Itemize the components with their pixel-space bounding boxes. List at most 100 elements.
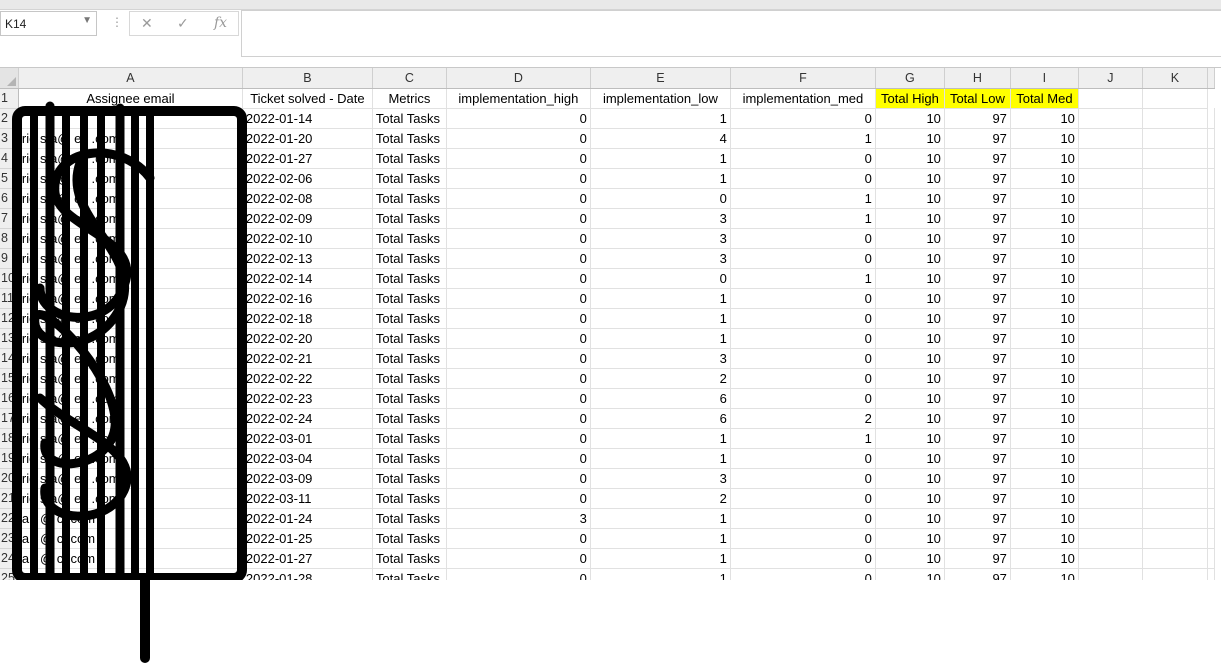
cell-metrics[interactable]: Total Tasks [372, 188, 447, 209]
cell-k[interactable] [1142, 128, 1208, 149]
cell-assignee-email[interactable]: rie s a@ e i .com [18, 448, 243, 469]
cell-j[interactable] [1078, 288, 1143, 309]
cell-total-med[interactable]: 10 [1010, 528, 1079, 549]
cell-impl-med[interactable]: 0 [730, 528, 876, 549]
row-header[interactable]: 8 [0, 228, 19, 249]
cell-impl-low[interactable]: 1 [590, 288, 731, 309]
cell-metrics[interactable]: Total Tasks [372, 148, 447, 169]
cell-assignee-email[interactable]: rie s a@ e i .com [18, 148, 243, 169]
cell-impl-high[interactable]: 0 [446, 108, 591, 129]
cell-metrics[interactable]: Total Tasks [372, 448, 447, 469]
column-header[interactable]: D [446, 68, 591, 89]
cell-total-med[interactable]: 10 [1010, 168, 1079, 189]
cell-impl-high[interactable]: 0 [446, 368, 591, 389]
cell-assignee-email[interactable]: rie s a@ e i .com [18, 388, 243, 409]
cell-ticket-date[interactable]: 2022-03-11 [242, 488, 373, 509]
cell-k[interactable] [1142, 468, 1208, 489]
cell-total-high[interactable]: 10 [875, 268, 945, 289]
cell-j[interactable] [1078, 568, 1143, 580]
cell-ticket-date[interactable]: 2022-02-13 [242, 248, 373, 269]
cell-k[interactable] [1142, 328, 1208, 349]
cell-metrics[interactable]: Total Tasks [372, 428, 447, 449]
cell-k[interactable] [1142, 248, 1208, 269]
cell-impl-high[interactable]: 0 [446, 308, 591, 329]
cell-impl-high[interactable]: 3 [446, 508, 591, 529]
cell-assignee-email[interactable]: rie s a@ e i .com [18, 288, 243, 309]
cell-total-high[interactable]: 10 [875, 188, 945, 209]
cell-impl-low[interactable]: 3 [590, 348, 731, 369]
cell-total-high[interactable]: 10 [875, 308, 945, 329]
cell-total-med[interactable]: 10 [1010, 208, 1079, 229]
row-header[interactable]: 18 [0, 428, 19, 449]
cell-total-high[interactable]: 10 [875, 508, 945, 529]
cell-impl-low[interactable]: 1 [590, 328, 731, 349]
cell-assignee-email[interactable]: rie s a@ e i .com [18, 168, 243, 189]
cell-impl-med[interactable]: 0 [730, 548, 876, 569]
cell-j[interactable] [1078, 208, 1143, 229]
cell-total-med[interactable]: 10 [1010, 108, 1079, 129]
cell-impl-high[interactable]: 0 [446, 328, 591, 349]
row-header[interactable]: 23 [0, 528, 19, 549]
cell-j[interactable] [1078, 428, 1143, 449]
cell-total-low[interactable]: 97 [944, 548, 1011, 569]
cell-total-low[interactable]: 97 [944, 288, 1011, 309]
cell-impl-low[interactable]: 6 [590, 408, 731, 429]
cell-total-high[interactable]: 10 [875, 128, 945, 149]
row-header[interactable]: 11 [0, 288, 19, 309]
cell-assignee-email[interactable]: rie s a@ e i .com [18, 368, 243, 389]
row-header[interactable]: 20 [0, 468, 19, 489]
cell-metrics[interactable]: Total Tasks [372, 268, 447, 289]
cell-metrics[interactable]: Total Tasks [372, 208, 447, 229]
cell-total-high[interactable]: 10 [875, 148, 945, 169]
cell-impl-high[interactable]: 0 [446, 528, 591, 549]
cell-metrics[interactable]: Total Tasks [372, 168, 447, 189]
row-header[interactable]: 9 [0, 248, 19, 269]
header-cell-total-low[interactable]: Total Low [944, 88, 1011, 109]
cell-ticket-date[interactable]: 2022-03-04 [242, 448, 373, 469]
cell-ticket-date[interactable]: 2022-02-09 [242, 208, 373, 229]
cell-metrics[interactable]: Total Tasks [372, 568, 447, 580]
cell-assignee-email[interactable]: rie s a@ e i .com [18, 468, 243, 489]
column-header[interactable]: J [1078, 68, 1143, 89]
cell-impl-low[interactable]: 1 [590, 148, 731, 169]
cell-j[interactable] [1078, 148, 1143, 169]
cell-impl-high[interactable]: 0 [446, 568, 591, 580]
cell-impl-high[interactable]: 0 [446, 388, 591, 409]
cell-total-low[interactable]: 97 [944, 428, 1011, 449]
cell-k[interactable] [1142, 528, 1208, 549]
cell-impl-low[interactable]: 1 [590, 168, 731, 189]
header-cell-total-high[interactable]: Total High [875, 88, 945, 109]
cell-j[interactable] [1078, 308, 1143, 329]
cell-ticket-date[interactable]: 2022-02-06 [242, 168, 373, 189]
cell-total-low[interactable]: 97 [944, 268, 1011, 289]
row-header[interactable]: 1 [0, 88, 19, 109]
cell-impl-med[interactable]: 0 [730, 328, 876, 349]
cell-j[interactable] [1078, 408, 1143, 429]
cell-j[interactable] [1078, 508, 1143, 529]
cell-k[interactable] [1142, 108, 1208, 129]
cell-metrics[interactable]: Total Tasks [372, 528, 447, 549]
cell-ticket-date[interactable]: 2022-02-23 [242, 388, 373, 409]
header-cell-assignee-email[interactable]: Assignee email [18, 88, 243, 109]
cell-metrics[interactable]: Total Tasks [372, 468, 447, 489]
cell-total-low[interactable]: 97 [944, 248, 1011, 269]
cell-total-high[interactable]: 10 [875, 388, 945, 409]
cell-total-high[interactable]: 10 [875, 208, 945, 229]
cell-ticket-date[interactable]: 2022-02-18 [242, 308, 373, 329]
cell-impl-med[interactable]: 0 [730, 108, 876, 129]
cell-impl-med[interactable]: 0 [730, 488, 876, 509]
cell-metrics[interactable]: Total Tasks [372, 348, 447, 369]
column-header[interactable]: G [875, 68, 945, 89]
cell-assignee-email[interactable]: rie s a@ e i .com [18, 248, 243, 269]
cell-ticket-date[interactable]: 2022-01-20 [242, 128, 373, 149]
header-cell-metrics[interactable]: Metrics [372, 88, 447, 109]
cell-k[interactable] [1142, 548, 1208, 569]
cell-total-high[interactable]: 10 [875, 248, 945, 269]
cell-total-low[interactable]: 97 [944, 488, 1011, 509]
cell-assignee-email[interactable]: rie s a@ e i .com [18, 428, 243, 449]
cell-impl-low[interactable]: 3 [590, 208, 731, 229]
row-header[interactable]: 12 [0, 308, 19, 329]
cell-j[interactable] [1078, 108, 1143, 129]
cell-assignee-email[interactable]: rie s a@ e i .com [18, 208, 243, 229]
cell-total-med[interactable]: 10 [1010, 468, 1079, 489]
